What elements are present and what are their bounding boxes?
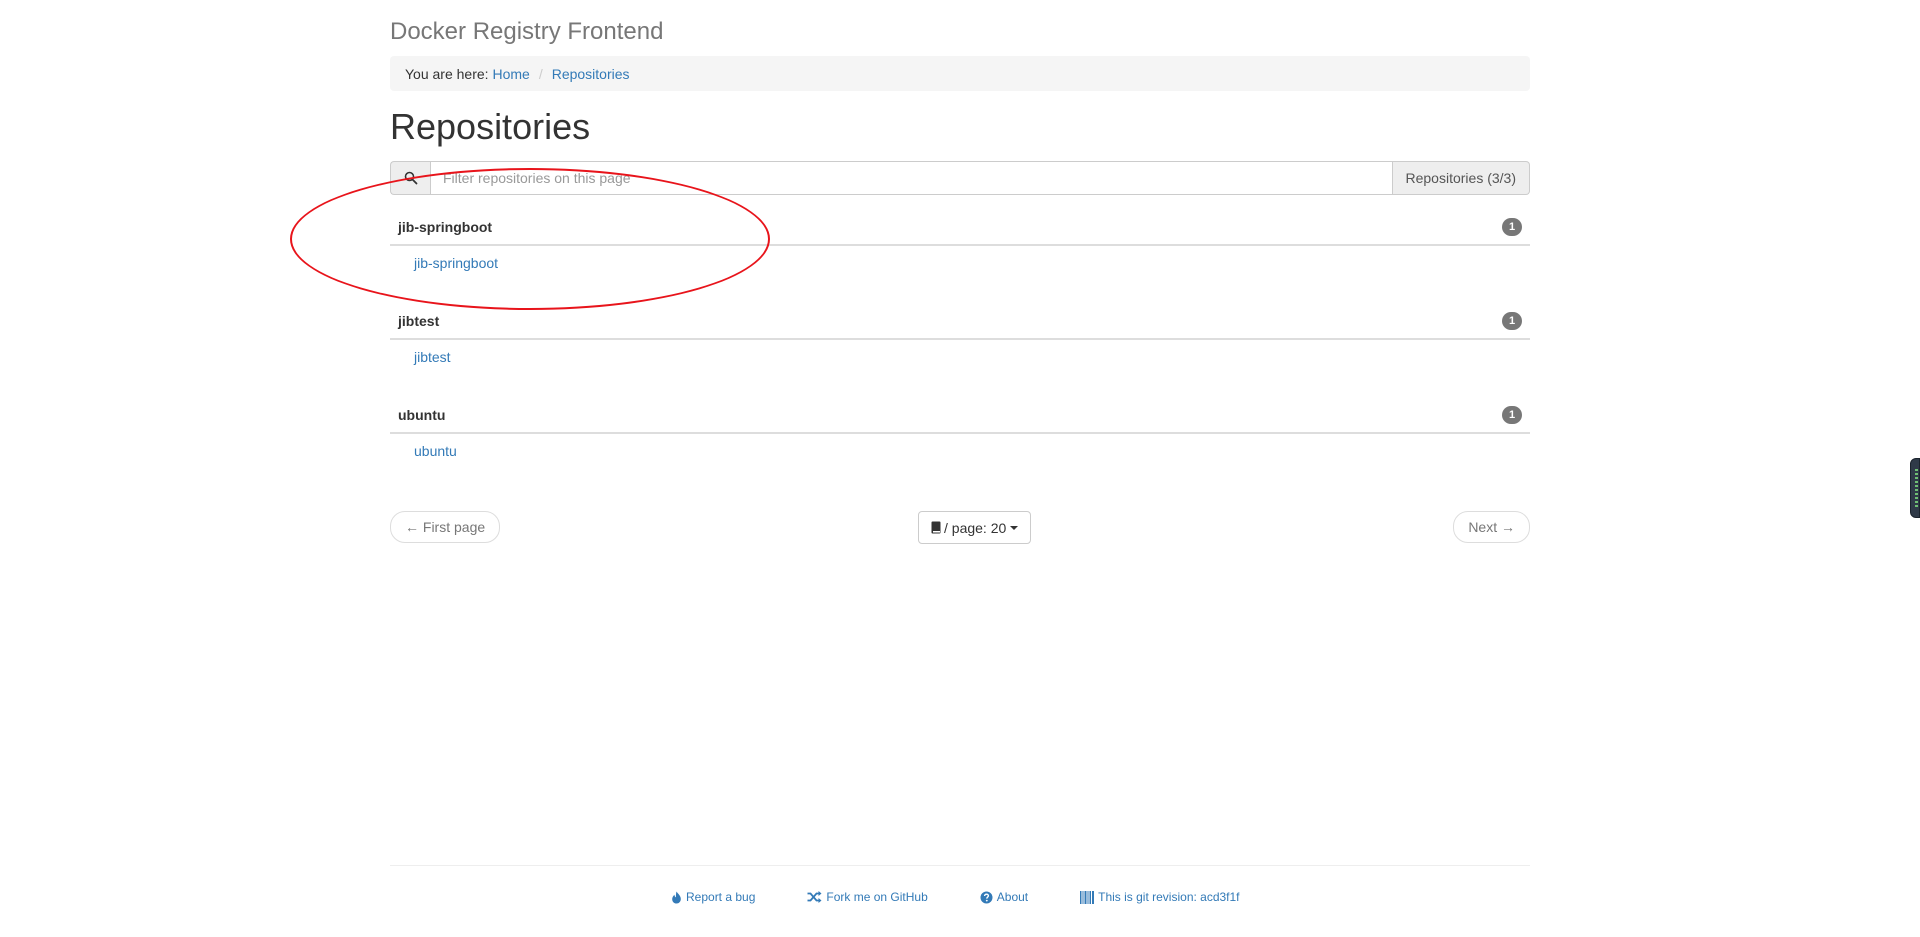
- git-revision-label: This is git revision: acd3f1f: [1098, 890, 1240, 904]
- repository-group-header: ubuntu 1: [390, 398, 1530, 434]
- about-link[interactable]: About: [980, 890, 1028, 904]
- random-icon: [807, 891, 822, 903]
- about-label: About: [996, 890, 1029, 904]
- footer: Report a bug Fork me on GitHub About Thi…: [390, 865, 1530, 915]
- repository-group-header: jibtest 1: [390, 304, 1530, 340]
- repository-group: jibtest 1 jibtest: [390, 304, 1530, 398]
- repository-item: jib-springboot: [390, 246, 1530, 271]
- repository-link[interactable]: jib-springboot: [414, 255, 498, 271]
- fire-icon: [672, 891, 681, 903]
- breadcrumb-prefix: You are here:: [405, 65, 489, 82]
- question-circle-icon: [980, 891, 993, 903]
- repository-item: jibtest: [390, 340, 1530, 365]
- search-icon: [390, 161, 430, 195]
- report-bug-link[interactable]: Report a bug: [671, 890, 755, 904]
- repository-count-label: Repositories (3/3): [1392, 161, 1530, 195]
- fork-github-link[interactable]: Fork me on GitHub: [807, 890, 928, 904]
- repository-count-badge: 1: [1502, 312, 1522, 330]
- git-revision-link[interactable]: This is git revision: acd3f1f: [1080, 890, 1240, 904]
- repository-namespace: jib-springboot: [398, 219, 493, 235]
- repository-item: ubuntu: [390, 434, 1530, 459]
- report-bug-label: Report a bug: [686, 890, 756, 904]
- per-page-dropdown[interactable]: / page: 20: [918, 511, 1032, 544]
- breadcrumb-repositories-link[interactable]: Repositories: [552, 66, 630, 82]
- repository-list: jib-springboot 1 jib-springboot jibtest …: [390, 210, 1530, 492]
- side-panel-handle[interactable]: [1910, 458, 1920, 518]
- filter-repositories-input[interactable]: [430, 161, 1393, 195]
- pager: ← First page / page: 20 Next →: [390, 511, 1530, 544]
- repository-link[interactable]: jibtest: [414, 349, 451, 365]
- repository-group-header: jib-springboot 1: [390, 210, 1530, 246]
- barcode-icon: [1080, 890, 1095, 904]
- chevron-down-icon: [1010, 525, 1019, 530]
- repository-namespace: jibtest: [398, 313, 440, 329]
- repository-count-badge: 1: [1502, 218, 1522, 236]
- breadcrumb-home-link[interactable]: Home: [492, 66, 529, 82]
- fork-github-label: Fork me on GitHub: [826, 890, 928, 904]
- breadcrumb: You are here: Home / Repositories: [390, 56, 1530, 91]
- repository-group: ubuntu 1 ubuntu: [390, 398, 1530, 492]
- footer-links: Report a bug Fork me on GitHub About Thi…: [671, 890, 1240, 904]
- per-page-label: / page: 20: [944, 519, 1007, 536]
- next-page-button[interactable]: Next →: [1453, 511, 1530, 543]
- book-icon: [931, 521, 941, 534]
- app-title[interactable]: Docker Registry Frontend: [390, 18, 663, 46]
- repository-link[interactable]: ubuntu: [414, 443, 457, 459]
- page-title: Repositories: [390, 106, 591, 147]
- level-meter-icon: [1915, 469, 1918, 509]
- breadcrumb-separator: /: [538, 65, 543, 82]
- repository-count-badge: 1: [1502, 406, 1522, 424]
- repository-group: jib-springboot 1 jib-springboot: [390, 210, 1530, 304]
- first-page-button[interactable]: ← First page: [390, 511, 501, 543]
- filter-group: Repositories (3/3): [390, 161, 1530, 195]
- repository-namespace: ubuntu: [398, 407, 446, 423]
